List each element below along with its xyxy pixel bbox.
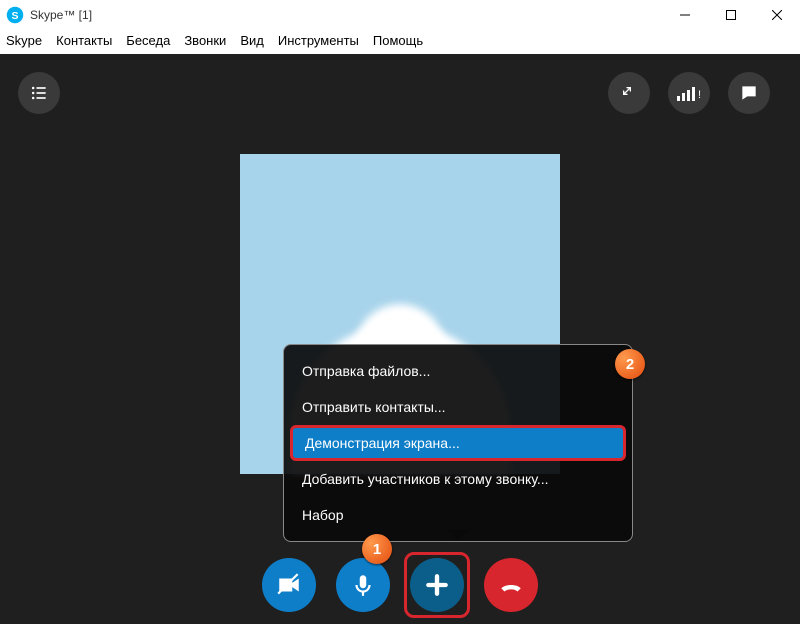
fullscreen-button[interactable] — [608, 72, 650, 114]
svg-text:S: S — [11, 10, 18, 22]
minimize-button[interactable] — [662, 0, 708, 30]
menu-item-view[interactable]: Вид — [240, 33, 264, 48]
open-chat-button[interactable] — [728, 72, 770, 114]
toggle-mic-button[interactable] — [336, 558, 390, 612]
menu-item-help[interactable]: Помощь — [373, 33, 423, 48]
add-actions-menu: Отправка файлов... Отправить контакты...… — [283, 344, 633, 542]
menu-item-share-screen[interactable]: Демонстрация экрана... — [290, 425, 626, 461]
call-area: ! Отправка файлов... Отправить контакты.… — [0, 54, 800, 624]
plus-icon — [424, 572, 450, 598]
maximize-button[interactable] — [708, 0, 754, 30]
menu-item-add-people[interactable]: Добавить участников к этому звонку... — [284, 461, 632, 497]
annotation-marker-2: 2 — [615, 349, 645, 379]
title-bar: S Skype™ [1] — [0, 0, 800, 30]
menu-item-send-contacts[interactable]: Отправить контакты... — [284, 389, 632, 425]
window-controls — [662, 0, 800, 30]
call-quality-button[interactable]: ! — [668, 72, 710, 114]
menu-item-chat[interactable]: Беседа — [126, 33, 170, 48]
close-button[interactable] — [754, 0, 800, 30]
menu-item-tools[interactable]: Инструменты — [278, 33, 359, 48]
menu-item-send-files[interactable]: Отправка файлов... — [284, 353, 632, 389]
skype-logo-icon: S — [6, 6, 24, 24]
hangup-button[interactable] — [484, 558, 538, 612]
call-controls — [0, 558, 800, 612]
annotation-marker-1: 1 — [362, 534, 392, 564]
menu-bar: Skype Контакты Беседа Звонки Вид Инструм… — [0, 30, 800, 54]
signal-bars-icon: ! — [677, 85, 701, 101]
menu-item-calls[interactable]: Звонки — [184, 33, 226, 48]
toggle-video-button[interactable] — [262, 558, 316, 612]
menu-item-dialpad[interactable]: Набор — [284, 497, 632, 533]
menu-item-contacts[interactable]: Контакты — [56, 33, 112, 48]
window-title: Skype™ [1] — [30, 8, 92, 22]
menu-item-skype[interactable]: Skype — [6, 33, 42, 48]
call-list-button[interactable] — [18, 72, 60, 114]
phone-hangup-icon — [498, 572, 524, 598]
add-actions-button[interactable] — [410, 558, 464, 612]
